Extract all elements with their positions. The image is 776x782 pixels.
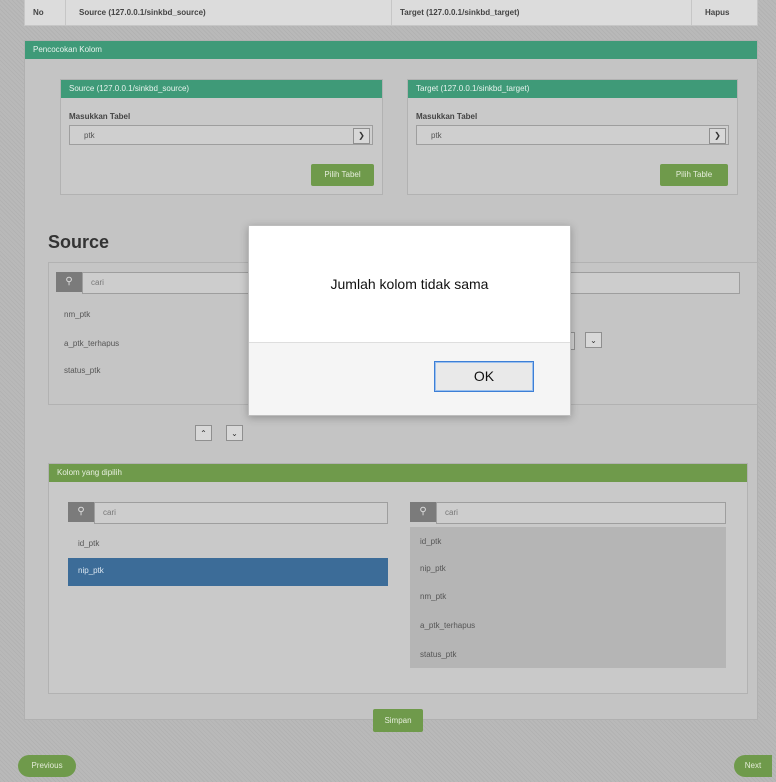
chevron-down-icon: ⌄ <box>231 429 238 438</box>
list-item[interactable]: id_ptk <box>420 537 441 546</box>
list-item[interactable]: status_ptk <box>420 650 456 659</box>
list-item-selected[interactable]: nip_ptk <box>68 558 388 586</box>
list-item[interactable]: id_ptk <box>78 539 99 548</box>
chevron-down-icon: ❯ <box>709 128 726 144</box>
col-divider <box>691 0 692 25</box>
list-item[interactable]: nm_ptk <box>64 310 90 319</box>
list-item[interactable]: nm_ptk <box>420 592 446 601</box>
col-divider <box>391 0 392 25</box>
kolom-dipilih-header: Kolom yang dipilih <box>49 464 747 482</box>
kolom-left-search-input[interactable]: cari <box>94 502 388 524</box>
alert-dialog-body: Jumlah kolom tidak sama <box>249 226 570 343</box>
pencocokan-header: Pencocokan Kolom <box>25 41 757 59</box>
move-down-button[interactable]: ⌄ <box>226 425 243 441</box>
ok-button[interactable]: OK <box>434 361 534 392</box>
col-divider <box>65 0 66 25</box>
kolom-right-search: ⚲ cari <box>410 502 726 524</box>
source-search-placeholder: cari <box>91 278 104 287</box>
source-table-label: Masukkan Tabel <box>69 112 131 121</box>
alert-message: Jumlah kolom tidak sama <box>330 276 489 292</box>
simpan-button[interactable]: Simpan <box>373 709 423 732</box>
pilih-tabel-source-button[interactable]: Pilih Tabel <box>311 164 374 186</box>
col-source: Source (127.0.0.1/sinkbd_source) <box>79 8 206 17</box>
kolom-right-placeholder: cari <box>445 508 458 517</box>
chevron-down-icon[interactable]: ⌄ <box>585 332 602 348</box>
list-item[interactable]: a_ptk_terhapus <box>420 621 475 630</box>
move-up-button[interactable]: ⌃ <box>195 425 212 441</box>
col-no: No <box>33 8 44 17</box>
source-panel-header: Source (127.0.0.1/sinkbd_source) <box>61 80 382 98</box>
target-table-label: Masukkan Tabel <box>416 112 478 121</box>
kolom-left-placeholder: cari <box>103 508 116 517</box>
source-table-value: ptk <box>84 131 95 140</box>
source-table-select[interactable]: ptk ❯ <box>69 125 373 145</box>
list-item[interactable]: nip_ptk <box>420 564 446 573</box>
search-icon[interactable]: ⚲ <box>56 272 82 292</box>
kolom-left-search: ⚲ cari <box>68 502 388 524</box>
col-hapus: Hapus <box>705 8 730 17</box>
next-button[interactable]: Next <box>734 755 772 777</box>
source-panel: Source (127.0.0.1/sinkbd_source) Masukka… <box>60 79 383 195</box>
col-target: Target (127.0.0.1/sinkbd_target) <box>400 8 520 17</box>
kolom-right-list <box>410 527 726 668</box>
table-header: No Source (127.0.0.1/sinkbd_source) Targ… <box>24 0 758 26</box>
target-panel-header: Target (127.0.0.1/sinkbd_target) <box>408 80 737 98</box>
previous-button[interactable]: Previous <box>18 755 76 777</box>
chevron-down-icon: ❯ <box>353 128 370 144</box>
target-table-select[interactable]: ptk ❯ <box>416 125 729 145</box>
list-item[interactable]: status_ptk <box>64 366 100 375</box>
search-icon[interactable]: ⚲ <box>410 502 436 522</box>
source-heading: Source <box>48 232 110 252</box>
target-table-value: ptk <box>431 131 442 140</box>
kolom-right-search-input[interactable]: cari <box>436 502 726 524</box>
chevron-up-icon: ⌃ <box>200 429 207 438</box>
list-item[interactable]: a_ptk_terhapus <box>64 339 119 348</box>
target-panel: Target (127.0.0.1/sinkbd_target) Masukka… <box>407 79 738 195</box>
pilih-table-target-button[interactable]: Pilih Table <box>660 164 728 186</box>
search-icon[interactable]: ⚲ <box>68 502 94 522</box>
alert-dialog: Jumlah kolom tidak sama OK <box>248 225 571 416</box>
